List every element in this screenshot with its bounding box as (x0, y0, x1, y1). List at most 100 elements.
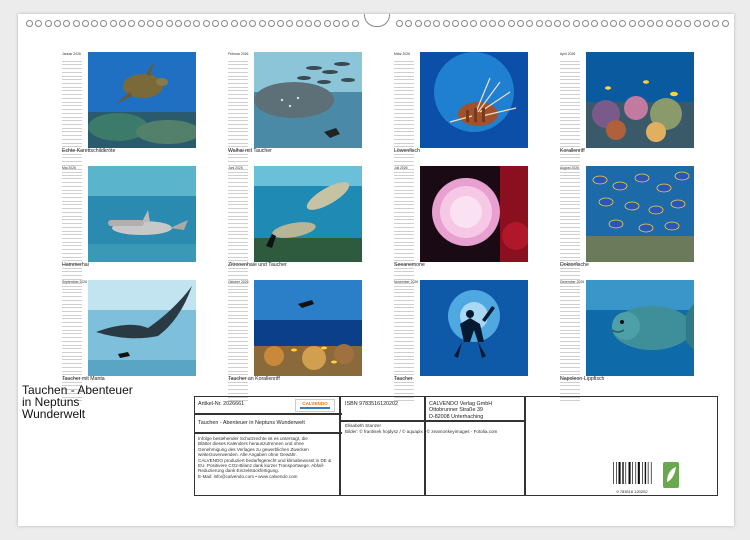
month-tile: März 2026 Löwenfisch (372, 52, 528, 174)
day-lines (394, 58, 414, 174)
month-tile: Mai 2026 Hammerhai (40, 166, 196, 288)
binding-hole (156, 20, 164, 27)
binding-hole (239, 20, 247, 27)
day-lines (62, 286, 82, 402)
binding-hole (212, 20, 219, 27)
month-heading: Oktober 2026 (228, 280, 249, 284)
binding-hole (230, 20, 238, 27)
binding-hole (249, 20, 257, 27)
barcode-bar (647, 462, 649, 484)
month-photo (88, 280, 196, 376)
info-row-divider-2 (194, 432, 342, 434)
barcode-bar (618, 462, 621, 484)
binding-hole (258, 20, 266, 27)
binding-hole (305, 20, 312, 27)
binding-hole (609, 20, 617, 27)
binding-hole (342, 20, 350, 27)
binding-hole (414, 20, 422, 27)
binding-hole (405, 20, 413, 27)
logo-text: CALVENDO (302, 401, 328, 406)
binding-hole (479, 20, 487, 27)
binding-hole (656, 20, 664, 27)
legal-text: Infolge bestehender Schutzrechte ist es … (198, 436, 338, 479)
binding-hole (675, 20, 682, 27)
month-tile: September 2026 Taucher mit Manta (40, 280, 196, 402)
binding-hole (109, 20, 117, 27)
barcode-bars (613, 462, 652, 484)
binding-hole (221, 20, 229, 27)
barcode-bar (635, 462, 637, 484)
binding-hole (26, 20, 33, 27)
day-lines (62, 58, 82, 174)
month-tile: Oktober 2026 Taucher an Korallenriff (206, 280, 362, 402)
binding-hole (544, 20, 552, 27)
photo-caption: Taucher an Korallenriff (228, 376, 280, 382)
month-heading: April 2026 (560, 52, 576, 56)
binding-hole (323, 20, 331, 27)
binding-hole (63, 20, 71, 27)
binding-hole (507, 20, 515, 27)
binding-hole (582, 20, 589, 27)
eco-badge (663, 462, 679, 488)
binding-hole (628, 20, 636, 27)
photo-credits: Bilder: © frantisek hojdysz / © aquapix … (345, 429, 498, 434)
month-photo (254, 280, 362, 376)
month-heading: November 2026 (394, 280, 419, 284)
binding-hole (554, 20, 562, 27)
author: Elisabeth Stanzer (345, 423, 382, 428)
binding-hole (489, 20, 496, 27)
photo-illustration (254, 280, 362, 376)
binding-hole (591, 20, 599, 27)
binding-hole (563, 20, 571, 27)
info-col-divider-3 (524, 396, 526, 496)
photo-illustration (420, 166, 528, 262)
isbn: ISBN 9783516120202 (345, 401, 399, 407)
photo-caption: Korallenriff (560, 148, 585, 154)
day-lines (560, 172, 580, 288)
binding-hole (100, 20, 108, 27)
info-col-divider-1 (339, 396, 341, 496)
binding-hole (267, 20, 275, 27)
binding-hole (721, 20, 729, 27)
month-tile: Dezember 2026 Napoleon-Lippfisch (538, 280, 694, 402)
month-photo (254, 52, 362, 148)
binding-hole (137, 20, 145, 27)
month-photo (88, 166, 196, 262)
binding-hole (165, 20, 173, 27)
month-photo (586, 280, 694, 376)
binding-hole (286, 20, 294, 27)
barcode-number: 9 783516 120202 (616, 489, 648, 494)
binding-hole (702, 20, 710, 27)
binding-hole (72, 20, 80, 27)
binding-hole (498, 20, 506, 27)
photo-illustration (88, 280, 196, 376)
barcode-bar (632, 462, 633, 484)
publisher-address: CALVENDO Verlag GmbH Ottobrunner Straße … (429, 401, 492, 420)
day-lines (228, 172, 248, 288)
month-heading: August 2026 (560, 166, 580, 170)
barcode-bar (650, 462, 652, 484)
photo-caption: Zitronenhaie und Taucher (228, 262, 287, 268)
month-heading: Juli 2026 (394, 166, 408, 170)
publisher-street: Ottobrunner Straße 39 (429, 407, 483, 414)
month-tile: Juni 2026 Zitronenhaie und Taucher (206, 166, 362, 288)
day-lines (394, 286, 414, 402)
month-heading: Mai 2026 (62, 166, 76, 170)
binding-hole (451, 20, 459, 27)
barcode-bar (616, 462, 617, 484)
binding-hole (600, 20, 608, 27)
month-tile: April 2026 Korallenriff (538, 52, 694, 174)
binding-hole (277, 20, 285, 27)
binding-hole (461, 20, 469, 27)
photo-illustration (88, 166, 196, 262)
article-number: Artikel-Nr. 2026661 (198, 401, 245, 407)
binding-hole (647, 20, 655, 27)
month-tile: August 2026 Doktorfische (538, 166, 694, 288)
binding-hole (332, 20, 340, 27)
calvendo-logo: CALVENDO (295, 399, 335, 412)
month-heading: September 2026 (62, 280, 88, 284)
day-lines (62, 172, 82, 288)
photo-illustration (420, 280, 528, 376)
binding-hole (81, 20, 89, 27)
month-photo (254, 166, 362, 262)
